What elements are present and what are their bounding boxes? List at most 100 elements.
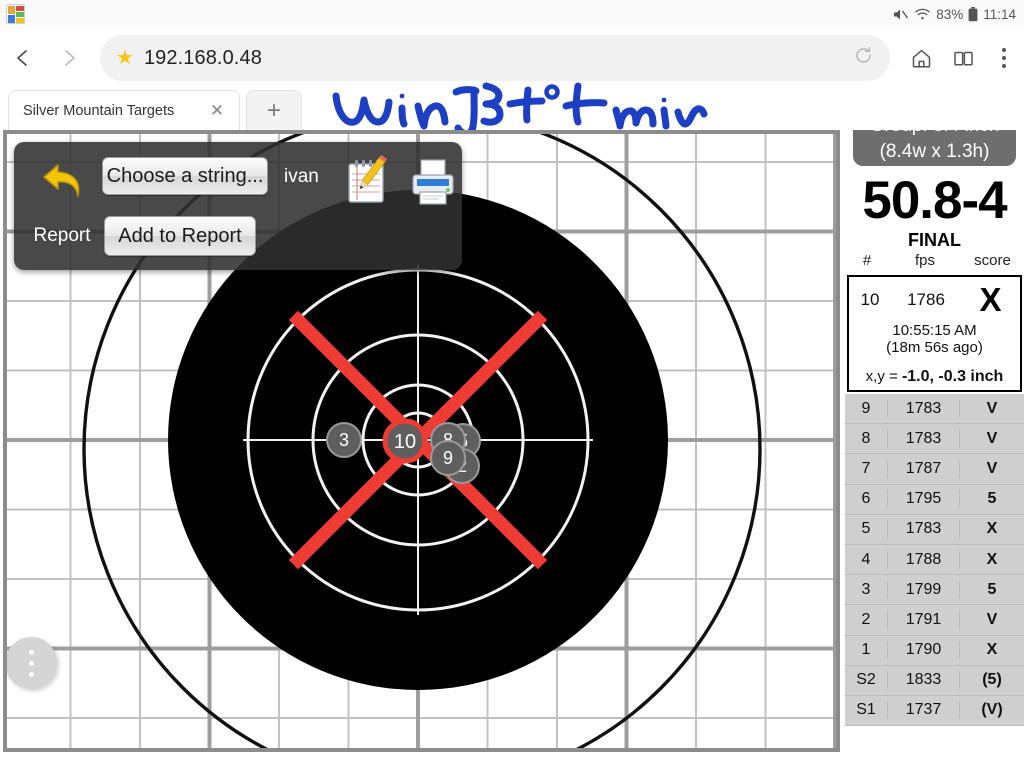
cell-score: X [959, 641, 1024, 660]
table-row[interactable]: 3 1799 5 [845, 575, 1024, 606]
latest-shot-fps: 1786 [907, 290, 945, 309]
notepad-pencil-icon[interactable] [339, 152, 397, 208]
table-row[interactable]: 7 1787 V [845, 454, 1024, 485]
cell-score: X [959, 550, 1024, 569]
address-bar[interactable]: ★ 192.168.0.48 [100, 35, 890, 81]
table-row[interactable]: 1 1790 X [845, 635, 1024, 666]
latest-shot-num: 10 [860, 290, 880, 309]
cell-num: 8 [861, 429, 871, 447]
android-status-bar: 83% 11:14 [0, 0, 1024, 28]
cell-score: V [959, 399, 1024, 418]
table-row[interactable]: 8 1783 V [845, 424, 1024, 455]
forward-arrow-icon[interactable] [46, 35, 92, 81]
report-label: Report [33, 225, 91, 246]
screen-root: 83% 11:14 ★ 192.168.0.48 Silver Mountain… [0, 0, 1024, 768]
cell-num: 5 [861, 520, 871, 538]
group-size-line2: (8.4w x 1.3h) [879, 141, 990, 162]
table-row[interactable]: 6 1795 5 [845, 484, 1024, 515]
column-header-num: # [862, 252, 872, 269]
close-icon[interactable]: ✕ [205, 99, 229, 123]
total-score: 50.8-4 [862, 171, 1007, 230]
shot-marker-label: 3 [339, 430, 349, 450]
shot-marker-label: 9 [443, 448, 453, 468]
column-header-score: score [974, 252, 1011, 269]
url-text: 192.168.0.48 [143, 46, 262, 69]
shot-marker[interactable]: 3 [326, 422, 362, 458]
group-size-line1: Group: 8.4 inch [853, 130, 1016, 139]
table-row[interactable]: S1 1737 (V) [845, 695, 1024, 727]
cell-score: (5) [959, 671, 1024, 690]
reload-icon[interactable] [853, 45, 874, 71]
back-arrow-icon[interactable] [0, 35, 46, 81]
battery-percent: 83% [936, 6, 964, 22]
table-row[interactable]: 2 1791 V [845, 605, 1024, 636]
cell-score: V [959, 610, 1024, 629]
latest-shot-card[interactable]: 10 1786 X 10:55:15 AM (18m 56s ago) x,y … [847, 275, 1022, 392]
shot-history-list: 9 1783 V 8 1783 V 7 1787 V 6 1795 5 5 1783 X 4 1788 X 3 179… [845, 394, 1024, 727]
latest-shot-score: X [979, 281, 1002, 318]
xy-value: -1.0, -0.3 inch [901, 368, 1004, 385]
latest-shot-coordinates: x,y = -1.0, -0.3 inch [849, 368, 1020, 386]
username-label: ivan [284, 166, 319, 187]
table-row[interactable]: S2 1833 (5) [845, 665, 1024, 696]
cell-num: 7 [861, 459, 871, 477]
latest-shot-ago: (18m 56s ago) [886, 339, 983, 356]
undo-arrow-icon[interactable] [34, 155, 86, 207]
cell-num: S1 [856, 701, 876, 719]
report-toolbar-overlay: Report Choose a string... Add to Report … [14, 142, 462, 270]
home-icon[interactable] [900, 35, 942, 81]
battery-icon [968, 6, 978, 22]
cell-score: V [959, 459, 1024, 478]
cell-fps: 1833 [887, 671, 959, 690]
target-face-viewport[interactable]: 3528910 Report Choose a string... Add to… [3, 130, 840, 752]
table-row[interactable]: 9 1783 V [845, 394, 1024, 425]
cell-score: V [959, 429, 1024, 448]
shot-marker[interactable]: 9 [430, 440, 466, 476]
cell-score: 5 [959, 490, 1024, 509]
cell-score: 5 [959, 580, 1024, 599]
new-tab-button[interactable]: + [246, 90, 302, 130]
printer-icon[interactable] [406, 154, 460, 208]
star-icon[interactable]: ★ [116, 48, 134, 68]
cell-num: 6 [861, 490, 871, 508]
shot-marker-label: 10 [394, 431, 416, 453]
table-row[interactable]: 4 1788 X [845, 544, 1024, 576]
tab-label: Silver Mountain Targets [23, 102, 175, 119]
book-icon[interactable] [942, 35, 984, 81]
page-content: 3 5 2 8 9 10 Report Choose a string... Add to… [0, 130, 1024, 768]
status-badge: FINAL [908, 230, 961, 250]
status-clock: 11:14 [983, 6, 1016, 22]
cell-fps: 1799 [887, 580, 959, 599]
group-size-badge: Group: 8.4 inch (8.4w x 1.3h) [853, 130, 1016, 166]
browser-toolbar: ★ 192.168.0.48 [0, 28, 1024, 88]
cell-fps: 1787 [887, 459, 959, 478]
cell-num: 2 [861, 610, 871, 628]
mute-icon [892, 7, 909, 22]
wifi-icon [914, 7, 931, 21]
score-table-header: # fps score [845, 252, 1024, 276]
cell-fps: 1783 [887, 520, 959, 539]
cell-fps: 1790 [887, 641, 959, 660]
cell-fps: 1788 [887, 550, 959, 569]
cell-fps: 1791 [887, 610, 959, 629]
app-icon [6, 4, 25, 24]
scoreboard-panel: Group: 8.4 inch (8.4w x 1.3h) 50.8-4 FIN… [845, 130, 1024, 768]
cell-fps: 1783 [887, 399, 959, 418]
cell-fps: 1783 [887, 429, 959, 448]
column-header-fps: fps [914, 252, 935, 269]
table-row[interactable]: 5 1783 X [845, 514, 1024, 545]
cell-fps: 1795 [887, 490, 959, 509]
cell-num: 9 [861, 399, 871, 417]
cell-fps: 1737 [887, 701, 959, 720]
kebab-menu-icon[interactable] [984, 35, 1024, 81]
cell-num: 1 [861, 641, 871, 659]
floating-menu-button[interactable] [7, 637, 57, 689]
tab-strip: Silver Mountain Targets ✕ + [0, 88, 1024, 130]
choose-string-button[interactable]: Choose a string... [102, 157, 268, 195]
shot-marker[interactable]: 10 [382, 418, 428, 464]
tab-silver-mountain-targets[interactable]: Silver Mountain Targets ✕ [8, 90, 240, 130]
xy-label: x,y = [865, 368, 902, 385]
cell-num: S2 [856, 671, 876, 689]
cell-num: 3 [861, 580, 871, 598]
add-to-report-button[interactable]: Add to Report [104, 216, 256, 256]
